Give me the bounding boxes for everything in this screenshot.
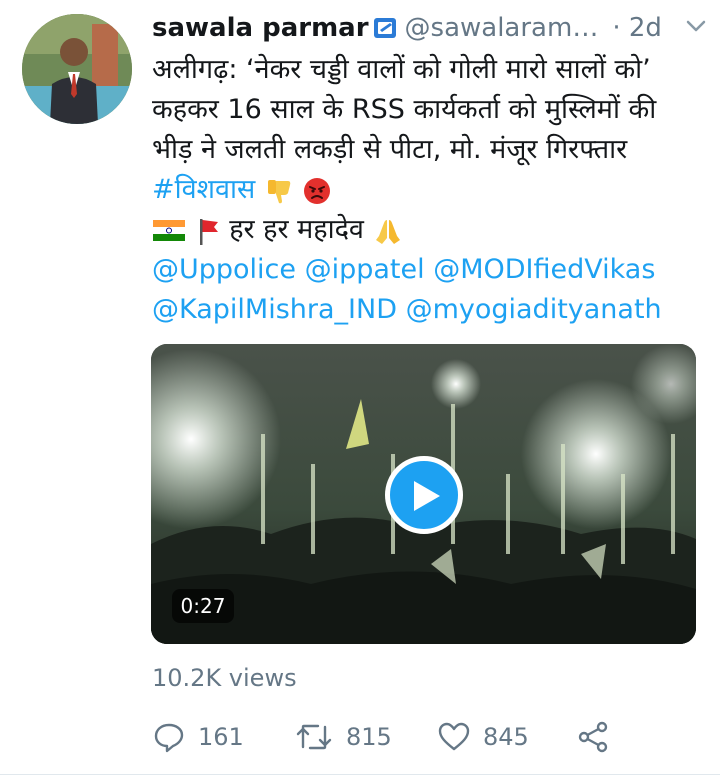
verified-badge-icon [373, 18, 396, 38]
user-handle[interactable]: @sawalaram… [405, 13, 599, 43]
retweet-button[interactable]: 815 [294, 716, 392, 758]
video-duration: 0:27 [172, 589, 234, 623]
india-flag-emoji-icon [153, 219, 185, 241]
tweet-header: sawala parmar @sawalaram… · 2d [152, 8, 712, 48]
red-flag-emoji-icon [199, 218, 218, 245]
tweet-timestamp[interactable]: · 2d [612, 13, 662, 43]
hashtag-line: #विशवास [152, 170, 712, 210]
retweet-icon [296, 724, 332, 750]
angry-face-emoji-icon [304, 177, 331, 204]
tweet-text-line: कहकर 16 साल के RSS कार्यकर्ता को मुस्लिम… [152, 94, 657, 125]
divider [0, 774, 720, 775]
chant-line: हर हर महादेव [152, 210, 712, 250]
avatar-image [22, 14, 132, 124]
folded-hands-emoji-icon [375, 219, 400, 244]
like-button[interactable]: 845 [437, 716, 529, 758]
mentions-line[interactable]: @Uppolice @ippatel @MODIfiedVikas [152, 250, 712, 290]
chant-text: हर हर महादेव [229, 214, 364, 245]
display-name[interactable]: sawala parmar [152, 13, 369, 43]
mentions-line[interactable]: @KapilMishra_IND @myogiadityanath [152, 290, 712, 330]
reply-icon [154, 723, 184, 753]
share-button[interactable] [576, 716, 610, 758]
action-bar: 161 815 845 [152, 716, 712, 758]
hashtag-link[interactable]: #विशवास [152, 174, 255, 205]
tweet-text-line: अलीगढ़: ‘नेकर चड्डी वालों को गोली मारो स… [152, 54, 651, 85]
reply-button[interactable]: 161 [152, 716, 244, 758]
play-button[interactable] [385, 456, 463, 534]
play-icon [414, 481, 440, 511]
tweet-text: अलीगढ़: ‘नेकर चड्डी वालों को गोली मारो स… [152, 50, 712, 330]
avatar[interactable] [22, 14, 132, 124]
reply-count: 161 [198, 723, 244, 751]
heart-icon [438, 722, 470, 751]
view-count: 10.2K views [152, 664, 297, 692]
retweet-count: 815 [346, 723, 392, 751]
tweet-text-line: भीड़ ने जलती लकड़ी से पीटा, मो. मंजूर गि… [152, 134, 628, 165]
like-count: 845 [483, 723, 529, 751]
chevron-down-icon[interactable] [684, 14, 708, 38]
share-icon [578, 721, 608, 753]
thumbs-down-emoji-icon [267, 179, 291, 203]
